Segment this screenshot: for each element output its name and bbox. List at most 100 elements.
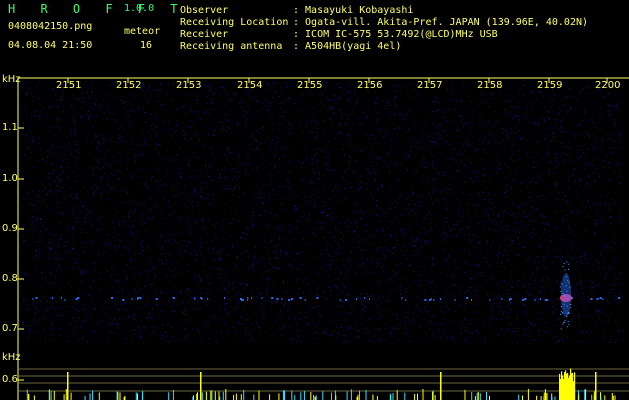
noise-dot [71,104,73,106]
noise-dot [40,110,42,112]
noise-dot [95,184,97,185]
noise-dot [39,191,41,193]
noise-dot [269,258,271,260]
noise-dot [178,218,180,220]
noise-dot [195,99,197,101]
noise-dot [509,100,511,101]
noise-dot [348,167,350,169]
noise-dot [281,238,283,240]
noise-dot [579,314,581,316]
noise-dot [601,139,603,141]
noise-dot [443,296,445,298]
noise-dot [373,223,375,225]
noise-dot [204,259,206,261]
noise-dot [541,287,543,289]
noise-dot [385,327,386,329]
noise-dot [229,236,231,238]
noise-dot [25,177,27,179]
noise-dot [200,188,202,190]
noise-dot [458,206,460,208]
noise-dot [446,235,448,237]
noise-dot [460,160,462,162]
noise-dot [449,230,451,232]
noise-dot [438,138,439,140]
noise-dot [459,293,461,295]
noise-dot [71,107,73,109]
noise-dot [91,167,93,169]
noise-dot [357,251,359,253]
noise-dot [124,143,126,145]
noise-dot [323,194,325,196]
noise-dot [553,102,555,104]
noise-dot [511,203,513,205]
noise-dot [304,317,306,319]
noise-dot [387,164,389,166]
noise-dot [228,110,230,112]
noise-dot [577,268,579,269]
noise-dot [360,322,362,324]
noise-dot [425,278,427,280]
noise-dot [329,339,331,341]
noise-dot [132,109,134,111]
noise-dot [119,317,121,319]
noise-dot [346,226,348,228]
noise-dot [583,145,585,147]
noise-dot [334,107,336,109]
noise-dot [50,248,51,249]
noise-dot [214,318,216,320]
noise-dot [507,254,509,256]
noise-dot [88,96,90,98]
noise-dot [533,339,535,341]
noise-dot [63,91,65,93]
noise-dot [186,245,188,247]
noise-dot [446,287,448,289]
noise-dot [395,96,397,97]
noise-dot [105,313,107,315]
noise-dot [218,306,220,308]
noise-dot [127,276,129,278]
noise-dot [180,272,182,274]
noise-dot [135,186,137,188]
noise-dot [316,191,318,193]
noise-dot [242,241,244,243]
noise-dot [278,128,280,130]
noise-dot [548,230,550,232]
noise-dot [306,156,308,158]
noise-dot [55,118,57,120]
noise-dot [80,202,82,204]
noise-dot [121,177,123,179]
noise-dot [393,146,395,148]
noise-dot [189,195,191,197]
noise-dot [423,161,425,163]
noise-dot [97,90,99,92]
noise-dot [520,138,522,140]
noise-dot [476,266,478,268]
noise-dot [511,186,513,188]
noise-dot [435,190,437,192]
noise-dot [313,194,315,196]
noise-dot [619,170,621,172]
noise-dot [475,216,477,218]
noise-dot [124,176,126,178]
noise-dot [38,115,40,117]
noise-dot [469,203,471,205]
noise-dot [359,241,361,243]
noise-dot [73,197,74,199]
noise-dot [125,114,127,116]
noise-dot [39,337,41,339]
noise-dot [577,158,579,160]
noise-dot [52,137,54,138]
noise-dot [437,163,439,165]
noise-dot [350,187,352,189]
noise-dot [215,162,217,164]
noise-dot [479,192,480,194]
noise-dot [589,135,591,137]
noise-dot [350,265,352,267]
noise-dot [349,136,351,138]
noise-dot [610,222,612,224]
noise-dot [191,319,193,321]
noise-dot [42,316,44,318]
noise-dot [488,302,490,304]
noise-dot [64,115,66,117]
noise-dot [579,261,581,263]
